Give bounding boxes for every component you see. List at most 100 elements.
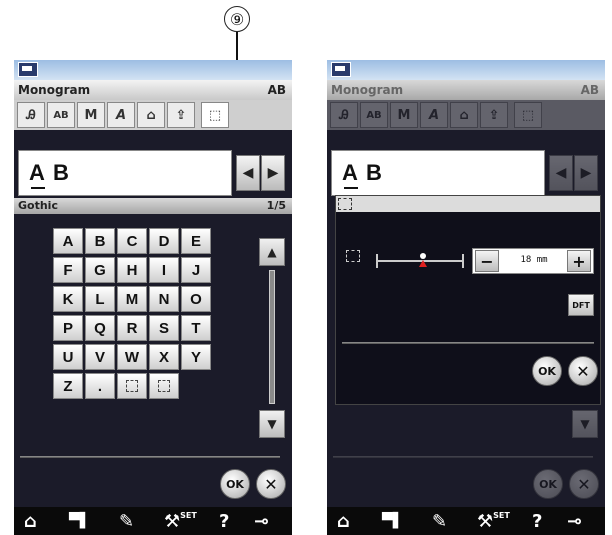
set-wrench-icon[interactable]: ⚒ SET	[477, 511, 510, 532]
ok-button-background: OK	[533, 469, 563, 499]
typed-letter: B	[366, 160, 382, 185]
upper-lower-case-icon: AB	[360, 102, 388, 128]
text-display: A B	[18, 150, 232, 196]
top-bar	[14, 60, 292, 80]
monogram-screen-right: Monogram AB Ꭿ AB M A ⌂ ⇪ ⬚ A B ◀ ▶ Z . ▼…	[327, 60, 605, 535]
key-t[interactable]: T	[181, 315, 211, 341]
cursor-right-button: ▶	[574, 155, 598, 191]
key-k[interactable]: K	[53, 286, 83, 312]
key-lock-icon[interactable]: ⊸	[254, 511, 269, 532]
key-f[interactable]: F	[53, 257, 83, 283]
ab-indicator: AB	[267, 83, 286, 97]
key-s[interactable]: S	[149, 315, 179, 341]
machine-setting-icon[interactable]: ▀▌	[69, 511, 91, 531]
key-o[interactable]: O	[181, 286, 211, 312]
scroll-down-button: ▼	[572, 410, 598, 438]
key-q[interactable]: Q	[85, 315, 115, 341]
slider-pointer[interactable]	[419, 260, 427, 267]
cursor-left-button: ◀	[549, 155, 573, 191]
slider-default-mark	[420, 253, 426, 259]
ab-indicator: AB	[580, 83, 599, 97]
slider-end-right	[462, 254, 464, 268]
upper-lower-case-icon[interactable]: AB	[47, 102, 75, 128]
default-button[interactable]: DFT	[568, 294, 594, 316]
key-b[interactable]: B	[85, 228, 115, 254]
letter-spacing-icon[interactable]: ⬚	[201, 102, 229, 128]
set-wrench-icon[interactable]: ⚒ SET	[164, 511, 197, 532]
increase-button[interactable]: +	[567, 250, 591, 272]
typed-letter: A	[342, 160, 358, 185]
home-icon[interactable]: ⌂	[337, 511, 350, 532]
key-c[interactable]: C	[117, 228, 147, 254]
key-e[interactable]: E	[181, 228, 211, 254]
cursor-left-button[interactable]: ◀	[236, 155, 260, 191]
font-bar: Gothic 1/5	[14, 198, 292, 214]
divider	[20, 456, 280, 458]
scrollbar[interactable]: ▲ ▼	[259, 238, 285, 438]
home-icon[interactable]: ⌂	[24, 511, 37, 532]
scroll-down-button[interactable]: ▼	[259, 410, 285, 438]
key-h[interactable]: H	[117, 257, 147, 283]
file-open-icon[interactable]: ⇪	[167, 102, 195, 128]
key-space-wide[interactable]	[117, 373, 147, 399]
key-v[interactable]: V	[85, 344, 115, 370]
italic-letter-icon[interactable]: A	[107, 102, 135, 128]
scroll-track[interactable]	[269, 270, 275, 404]
dialog-divider	[342, 342, 594, 344]
help-icon[interactable]: ?	[219, 511, 229, 532]
cancel-button[interactable]: ✕	[568, 356, 598, 386]
key-m[interactable]: M	[117, 286, 147, 312]
monogram-icon[interactable]: M	[77, 102, 105, 128]
font-size-icon: Ꭿ	[330, 102, 358, 128]
delete-icon: ⌂	[450, 102, 478, 128]
key-d[interactable]: D	[149, 228, 179, 254]
key-y[interactable]: Y	[181, 344, 211, 370]
key-p[interactable]: P	[53, 315, 83, 341]
spacing-value: 18 mm	[520, 255, 548, 265]
typed-letter: A	[29, 160, 45, 185]
key-l[interactable]: L	[85, 286, 115, 312]
key-u[interactable]: U	[53, 344, 83, 370]
key-g[interactable]: G	[85, 257, 115, 283]
key-i[interactable]: I	[149, 257, 179, 283]
key-n[interactable]: N	[149, 286, 179, 312]
key-period[interactable]: .	[85, 373, 115, 399]
file-edit-icon[interactable]: ✎	[119, 511, 134, 532]
spacing-stepper: − 18 mm +	[472, 248, 594, 274]
delete-icon[interactable]: ⌂	[137, 102, 165, 128]
letter-spacing-icon: ⬚	[514, 102, 542, 128]
text-cursor	[344, 187, 358, 189]
page-indicator: 1/5	[266, 199, 286, 212]
key-lock-icon[interactable]: ⊸	[567, 511, 582, 532]
key-r[interactable]: R	[117, 315, 147, 341]
key-x[interactable]: X	[149, 344, 179, 370]
cursor-right-button[interactable]: ▶	[261, 155, 285, 191]
ok-button[interactable]: OK	[220, 469, 250, 499]
machine-setting-icon[interactable]: ▀▌	[382, 511, 404, 531]
scroll-up-button[interactable]: ▲	[259, 238, 285, 266]
key-a[interactable]: A	[53, 228, 83, 254]
decrease-button[interactable]: −	[475, 250, 499, 272]
screen-title: Monogram	[18, 83, 91, 97]
file-open-icon: ⇪	[480, 102, 508, 128]
cancel-button[interactable]: ✕	[256, 469, 286, 499]
dialog-header	[336, 196, 600, 212]
machine-icon	[18, 62, 38, 77]
letter-spacing-icon	[338, 198, 352, 210]
key-w[interactable]: W	[117, 344, 147, 370]
help-icon[interactable]: ?	[532, 511, 542, 532]
font-size-icon[interactable]: Ꭿ	[17, 102, 45, 128]
ok-button[interactable]: OK	[532, 356, 562, 386]
bottom-toolbar: ⌂ ▀▌ ✎ ⚒ SET ? ⊸	[327, 507, 605, 535]
monogram-icon: M	[390, 102, 418, 128]
title-bar: Monogram AB	[327, 80, 605, 100]
callout-number: ⑨	[224, 6, 250, 32]
file-edit-icon[interactable]: ✎	[432, 511, 447, 532]
key-space-narrow[interactable]	[149, 373, 179, 399]
toolbar: Ꭿ AB M A ⌂ ⇪ ⬚	[14, 100, 292, 130]
key-z[interactable]: Z	[53, 373, 83, 399]
font-name: Gothic	[18, 199, 58, 212]
toolbar-disabled: Ꭿ AB M A ⌂ ⇪ ⬚	[327, 100, 605, 130]
top-bar	[327, 60, 605, 80]
key-j[interactable]: J	[181, 257, 211, 283]
